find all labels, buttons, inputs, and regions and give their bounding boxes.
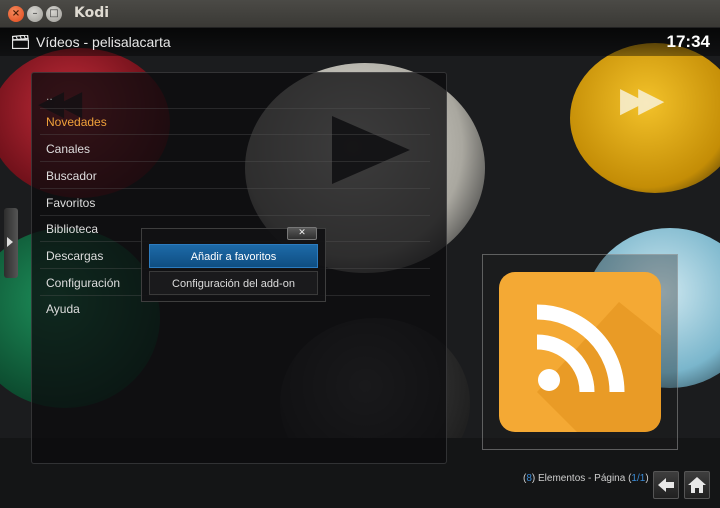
list-item-canales[interactable]: Canales (40, 136, 430, 162)
window-title: Kodi (74, 5, 110, 21)
list-item-buscador[interactable]: Buscador (40, 163, 430, 189)
page-info: (8) Elementos - Página (1/1) (523, 473, 649, 484)
breadcrumb: Vídeos - pelisalacarta (36, 34, 171, 50)
context-menu-addon-settings[interactable]: Configuración del add-on (149, 271, 318, 295)
side-menu-handle[interactable] (4, 208, 18, 278)
window-close-button[interactable]: × (8, 6, 24, 22)
kodi-stage: ▶▶ ◀◀ Vídeos - pelisalacarta 17:34 .. No… (0, 28, 720, 508)
rss-feed-icon (499, 272, 661, 432)
window-titlebar: × – □ Kodi (0, 0, 720, 28)
context-menu-close-button[interactable]: ✕ (287, 227, 317, 240)
list-item-novedades[interactable]: Novedades (40, 109, 430, 135)
home-button[interactable] (684, 471, 710, 499)
list-item-parent[interactable]: .. (40, 83, 430, 109)
window-maximize-button[interactable]: □ (46, 6, 62, 22)
window-minimize-button[interactable]: – (27, 6, 43, 22)
page-info-close: ) (645, 473, 649, 484)
list-item-favoritos[interactable]: Favoritos (40, 190, 430, 216)
clock: 17:34 (666, 32, 710, 51)
page-info-label: ) Elementos - Página ( (531, 473, 632, 484)
page-number: 1/1 (631, 473, 646, 484)
header-bar: Vídeos - pelisalacarta 17:34 (0, 28, 720, 56)
back-button[interactable] (653, 471, 679, 499)
background-fast-forward-icon: ▶▶ (620, 80, 664, 120)
chevron-right-icon (7, 237, 13, 247)
context-menu-add-favorites[interactable]: Añadir a favoritos (149, 244, 318, 268)
home-icon (688, 477, 706, 493)
arrow-left-icon (658, 478, 674, 492)
clapperboard-icon (12, 35, 29, 49)
